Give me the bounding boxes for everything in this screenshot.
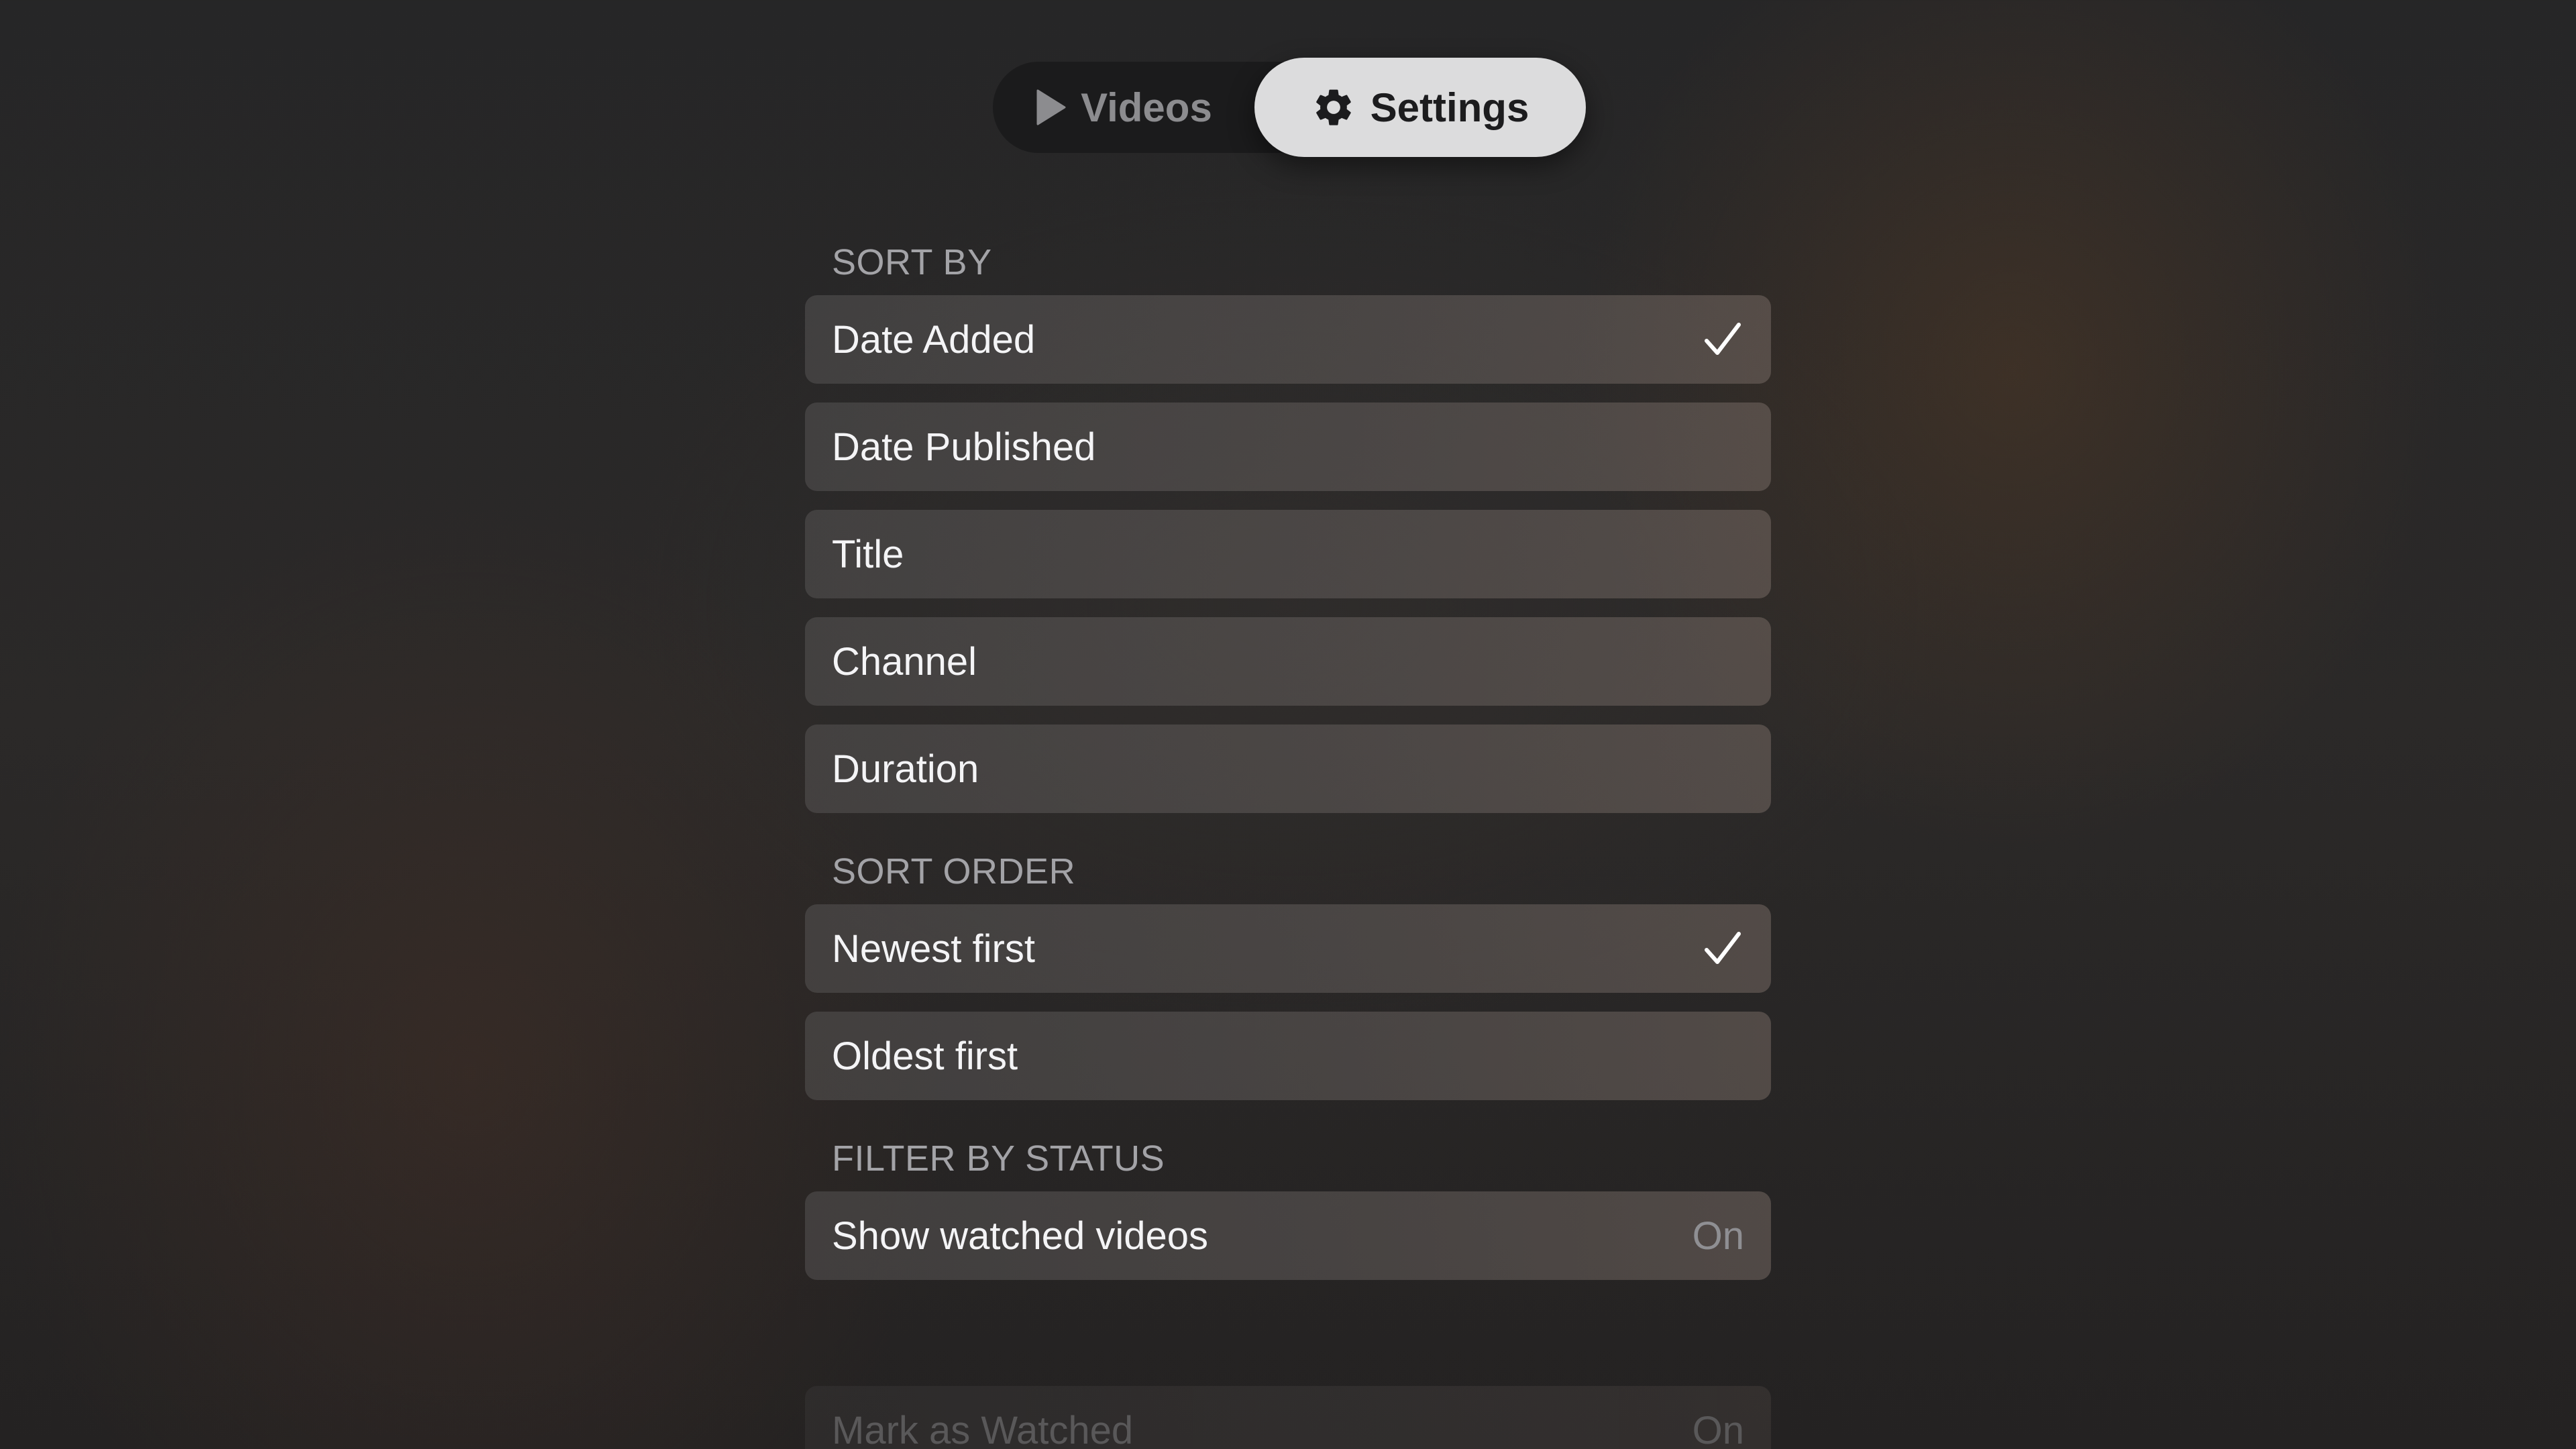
section-header-sort-by: SORT BY: [832, 242, 992, 282]
row-label: Duration: [832, 747, 979, 791]
row-value: On: [1692, 1214, 1744, 1258]
checkmark-icon: [1701, 318, 1744, 361]
tab-videos-label: Videos: [1081, 85, 1212, 130]
sort-by-title[interactable]: Title: [805, 510, 1771, 598]
row-label: Mark as Watched: [832, 1408, 1134, 1449]
tab-settings-label: Settings: [1370, 85, 1529, 130]
row-label: Channel: [832, 639, 977, 684]
row-label: Oldest first: [832, 1034, 1018, 1078]
sort-by-duration[interactable]: Duration: [805, 724, 1771, 813]
tab-settings[interactable]: Settings: [1254, 58, 1586, 157]
checkmark-icon: [1701, 927, 1744, 970]
section-header-sort-order: SORT ORDER: [832, 851, 1076, 892]
show-watched-videos-toggle[interactable]: Show watched videos On: [805, 1191, 1771, 1280]
sort-by-date-published[interactable]: Date Published: [805, 402, 1771, 491]
row-label: Show watched videos: [832, 1214, 1208, 1258]
play-icon: [1035, 89, 1066, 125]
row-label: Newest first: [832, 926, 1035, 971]
mark-as-watched-toggle[interactable]: Mark as Watched On: [805, 1386, 1771, 1449]
row-label: Date Published: [832, 425, 1096, 469]
gear-icon: [1311, 85, 1356, 129]
sort-order-newest-first[interactable]: Newest first: [805, 904, 1771, 993]
tab-bar: Videos Settings: [993, 58, 1586, 157]
tab-videos[interactable]: Videos: [993, 62, 1254, 153]
row-label: Date Added: [832, 317, 1036, 362]
section-header-filter-by-status: FILTER BY STATUS: [832, 1138, 1165, 1179]
sort-by-date-added[interactable]: Date Added: [805, 295, 1771, 384]
sort-by-channel[interactable]: Channel: [805, 617, 1771, 706]
row-label: Title: [832, 532, 904, 576]
row-value: On: [1692, 1408, 1744, 1449]
sort-order-oldest-first[interactable]: Oldest first: [805, 1012, 1771, 1100]
